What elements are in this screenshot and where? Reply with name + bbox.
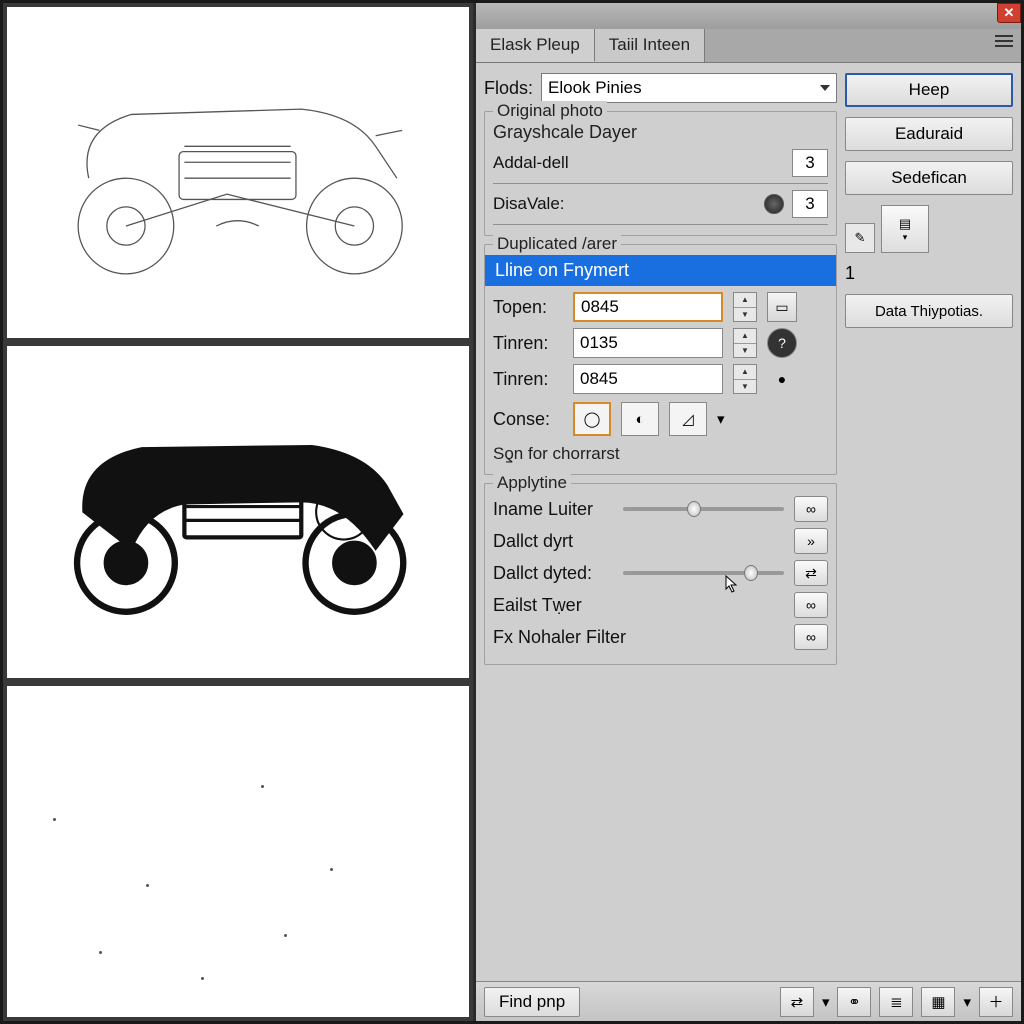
disavale-value[interactable]: 3	[792, 190, 828, 218]
preview-column	[3, 3, 473, 1021]
screen-icon[interactable]: ▭	[767, 292, 797, 322]
swatch-1[interactable]: ◯	[573, 402, 611, 436]
side-icon-b[interactable]: ▤▾	[881, 205, 929, 253]
flods-dropdown[interactable]: Elook Pinies	[541, 73, 837, 103]
hamburger-icon[interactable]	[995, 35, 1013, 62]
chevron-down-icon	[820, 85, 830, 91]
dallct2-label: Dallct dyted:	[493, 563, 613, 584]
heep-button[interactable]: Heep	[845, 73, 1013, 107]
iname-slider[interactable]	[623, 507, 784, 511]
tool-plus-icon[interactable]: ＋	[979, 987, 1013, 1017]
swatch-3[interactable]: ◿	[669, 402, 707, 436]
eailst-label: Eailst Tẉer	[493, 595, 613, 616]
group-original: Original photo Grayshcale Dayer Addal-de…	[484, 111, 837, 236]
tinren2-input[interactable]: 0845	[573, 364, 723, 394]
preview-sparse	[3, 682, 473, 1021]
dot-icon[interactable]: ●	[767, 364, 797, 394]
tab-bar: Elask Pleup Taiil Inteen	[476, 29, 1021, 63]
iname-label: Iname Luiter	[493, 499, 613, 520]
eaduraid-button[interactable]: Eaduraid	[845, 117, 1013, 151]
disavale-label: DisaVale:	[493, 194, 756, 214]
footer-toolbar: Find pnp ⇄ ▾ ⚭ ≣ ▦ ▾ ＋	[476, 981, 1021, 1021]
help-icon[interactable]: ?	[767, 328, 797, 358]
dallct1-btn[interactable]: »	[794, 528, 828, 554]
topen-spinner[interactable]: ▲▼	[733, 292, 757, 322]
dallct1-label: Dallct dyrt	[493, 531, 613, 552]
topen-label: Topen:	[493, 297, 563, 318]
swatch-2[interactable]: ◐	[621, 402, 659, 436]
fx-label: Fx Nohaler Filter	[493, 627, 653, 648]
side-num: 1	[845, 263, 855, 284]
control-panel: ✕ Elask Pleup Taiil Inteen Flods: Elook …	[473, 3, 1021, 1021]
eailst-btn[interactable]: ∞	[794, 592, 828, 618]
tab-elask[interactable]: Elask Pleup	[476, 29, 595, 62]
preview-outline	[3, 3, 473, 342]
tinren1-input[interactable]: 0135	[573, 328, 723, 358]
chevron-down-icon[interactable]: ▾	[963, 993, 971, 1011]
sedefican-button[interactable]: Sedefican	[845, 161, 1013, 195]
chevron-down-icon[interactable]: ▾	[822, 993, 830, 1011]
iname-btn[interactable]: ∞	[794, 496, 828, 522]
dallct2-slider[interactable]	[623, 571, 784, 575]
tool-swap-icon[interactable]: ⇄	[780, 987, 814, 1017]
tinren2-label: Tinren:	[493, 369, 563, 390]
titlebar: ✕	[476, 3, 1021, 29]
datathy-button[interactable]: Data Thiypotias.	[845, 294, 1013, 328]
flods-label: Flods:	[484, 78, 533, 99]
grayscale-label: Grayshcale Dayer	[493, 122, 828, 143]
tinren1-spinner[interactable]: ▲▼	[733, 328, 757, 358]
preview-ink	[3, 342, 473, 681]
flods-value: Elook Pinies	[548, 78, 642, 98]
tab-taiil[interactable]: Taiil Inteen	[595, 29, 705, 62]
fx-btn[interactable]: ∞	[794, 624, 828, 650]
close-button[interactable]: ✕	[997, 3, 1021, 23]
topen-input[interactable]: 0845	[573, 292, 723, 322]
dallct2-btn[interactable]: ⇄	[794, 560, 828, 586]
group-duplicated-title: Duplicated /arer	[493, 234, 621, 254]
addal-label: Addal-dell	[493, 153, 784, 173]
tinren2-spinner[interactable]: ▲▼	[733, 364, 757, 394]
selected-line[interactable]: Lline on Fnymert	[485, 255, 836, 286]
side-icon-a[interactable]: ✎	[845, 223, 875, 253]
info-icon[interactable]	[764, 194, 784, 214]
tool-list-icon[interactable]: ≣	[879, 987, 913, 1017]
chevron-down-icon[interactable]: ▾	[717, 410, 725, 428]
group-original-title: Original photo	[493, 101, 607, 121]
group-duplicated: Duplicated /arer Lline on Fnymert Topen:…	[484, 244, 837, 475]
tool-link-icon[interactable]: ⚭	[837, 987, 871, 1017]
tinren1-label: Tinren:	[493, 333, 563, 354]
group-applytine-title: Applytine	[493, 473, 571, 493]
tool-grid-icon[interactable]: ▦	[921, 987, 955, 1017]
son-label: Sƍn for chorrarst	[493, 444, 828, 464]
group-applytine: Applytine Iname Luiter ∞ Dallct dyrt » D…	[484, 483, 837, 665]
addal-value[interactable]: 3	[792, 149, 828, 177]
findpnp-button[interactable]: Find pnp	[484, 987, 580, 1017]
conse-label: Conse:	[493, 409, 563, 430]
